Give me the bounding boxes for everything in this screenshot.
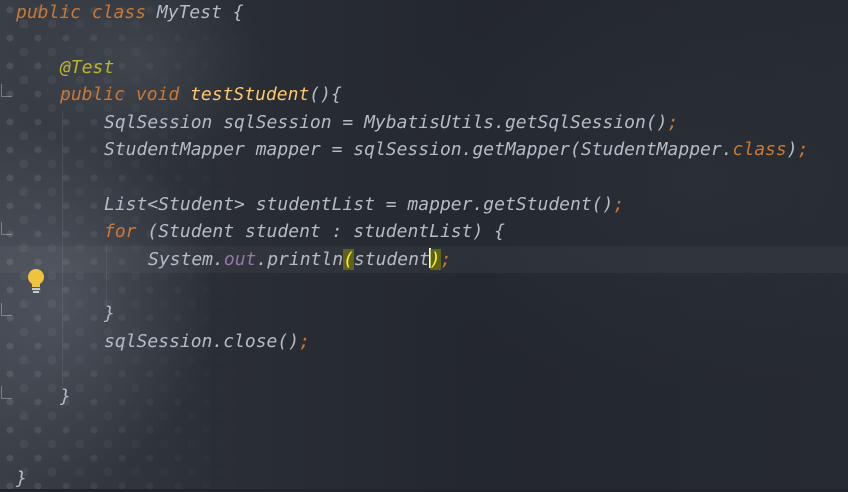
code-token: .println (256, 248, 344, 270)
code-token: sqlSession.close() (104, 330, 300, 352)
code-token: StudentMapper mapper = sqlSession.getMap… (104, 139, 733, 160)
code-token: (){ (309, 84, 342, 106)
code-token: ; (613, 193, 625, 215)
code-text: public class MyTest { (16, 0, 244, 26)
code-token: } (60, 385, 71, 407)
code-token: SqlSession sqlSession = MybatisUtils.get… (104, 111, 668, 133)
code-text: StudentMapper mapper = sqlSession.getMap… (104, 136, 808, 163)
keyword-token: public (16, 2, 82, 23)
keyword-token: class (91, 2, 147, 23)
code-token: student (353, 248, 430, 270)
code-token: System. (148, 248, 224, 270)
code-text: } (104, 300, 115, 327)
code-token: List<Student> studentList = mapper.getSt… (104, 193, 614, 215)
code-token: } (16, 467, 27, 489)
matched-paren-token: ( (343, 248, 354, 270)
keyword-token: for (104, 221, 137, 243)
code-token: (Student student : studentList) { (136, 221, 505, 243)
code-token: ; (797, 139, 809, 160)
code-token: ; (299, 330, 310, 352)
code-text: @Test (60, 54, 114, 81)
code-text: sqlSession.close(); (104, 328, 310, 355)
keyword-token: class (732, 139, 787, 160)
keyword-token: public (60, 84, 126, 106)
code-token: ) (786, 139, 798, 160)
code-text: for (Student student : studentList) { (104, 218, 505, 245)
matched-paren-token: ) (429, 248, 441, 270)
field-token: out (223, 248, 257, 270)
code-text: List<Student> studentList = mapper.getSt… (104, 191, 624, 218)
code-editor[interactable]: public class MyTest { @Test public void te… (0, 0, 848, 489)
code-token: ; (667, 111, 679, 133)
code-text: System.out.println(student); (148, 246, 451, 273)
code-text: public void testStudent(){ (60, 81, 342, 108)
code-text: } (60, 383, 71, 410)
code-token: } (104, 303, 115, 325)
code-token: MyTest { (146, 2, 244, 23)
keyword-token: void (135, 84, 180, 106)
code-text: } (16, 465, 27, 492)
method-name-token: testStudent (190, 84, 310, 106)
code-token: ; (440, 248, 452, 270)
annotation-token: @Test (60, 56, 115, 78)
code-line-current[interactable]: System.out.println(student); (0, 245, 848, 273)
code-text: SqlSession sqlSession = MybatisUtils.get… (104, 109, 678, 136)
